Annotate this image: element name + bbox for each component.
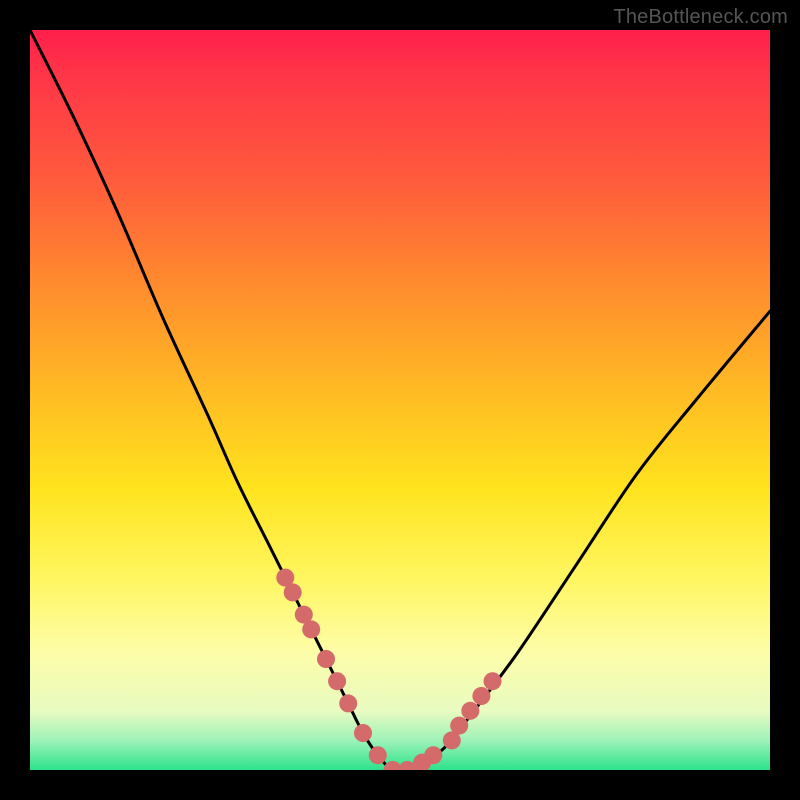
watermark-text: TheBottleneck.com (613, 6, 788, 29)
bottleneck-chart (30, 30, 770, 770)
gradient-background (30, 30, 770, 770)
